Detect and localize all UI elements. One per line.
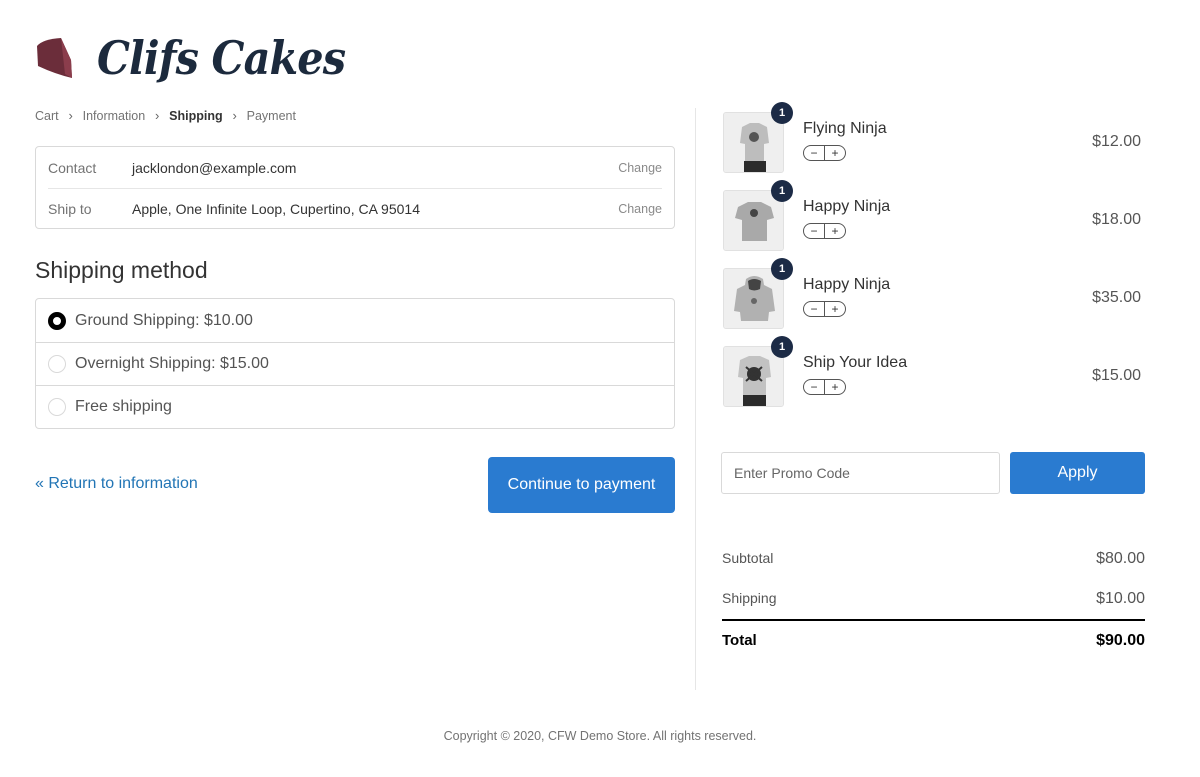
chevron-right-icon: › [232,108,237,123]
total-value: $90.00 [1096,632,1145,649]
cart-item: 1 Happy Ninja − + $35.00 [723,258,1145,330]
review-summary: Contact jacklondon@example.com Change Sh… [35,146,675,229]
shipping-option-label: Free shipping [75,398,172,415]
total-label: Total [722,632,757,649]
contact-row: Contact jacklondon@example.com Change [48,147,662,188]
contact-value: jacklondon@example.com [132,159,297,176]
item-name: Happy Ninja [803,198,891,215]
item-name: Flying Ninja [803,120,887,137]
shipping-options: Ground Shipping: $10.00 Overnight Shippi… [35,298,675,429]
breadcrumb-shipping: Shipping [169,108,223,123]
item-price: $35.00 [1092,289,1141,306]
cart-item: 1 Flying Ninja − + $12.00 [723,102,1145,174]
shipping-method-title: Shipping method [35,257,208,283]
item-name: Happy Ninja [803,276,891,293]
quantity-badge: 1 [771,180,793,202]
store-logo[interactable]: Clifs Cakes [35,28,373,88]
minus-icon[interactable]: − [804,302,824,316]
shipping-option-label: Ground Shipping: $10.00 [75,311,253,329]
plus-icon[interactable]: + [824,146,845,160]
item-price: $18.00 [1092,211,1141,228]
item-price: $12.00 [1092,133,1141,150]
total-row: Total $90.00 [722,632,1145,650]
shipping-option-ground[interactable]: Ground Shipping: $10.00 [36,299,674,342]
apply-promo-button[interactable]: Apply [1010,452,1145,494]
change-contact-link[interactable]: Change [618,161,662,175]
cart-item: 1 Happy Ninja − + $18.00 [723,180,1145,252]
shipping-option-free[interactable]: Free shipping [36,385,674,428]
breadcrumb-information[interactable]: Information [83,109,146,123]
chevron-right-icon: › [154,108,160,123]
store-name: Clifs Cakes [97,31,346,85]
cake-slice-icon [37,38,72,78]
ship-to-label: Ship to [48,201,92,217]
quantity-badge: 1 [771,336,793,358]
ship-to-value: Apple, One Infinite Loop, Cupertino, CA … [132,201,420,217]
return-to-information-link[interactable]: « Return to information [35,475,198,493]
cart-item: 1 Ship Your Idea − + $15.00 [723,336,1145,408]
radio-selected-icon[interactable] [48,311,66,330]
quantity-stepper: − + [803,145,846,161]
radio-icon[interactable] [48,398,66,416]
subtotal-value: $80.00 [1096,550,1145,567]
radio-icon[interactable] [48,355,66,373]
contact-label: Contact [48,159,97,176]
column-divider [695,108,696,690]
ship-to-row: Ship to Apple, One Infinite Loop, Cupert… [48,188,662,229]
footer-copyright: Copyright © 2020, CFW Demo Store. All ri… [443,729,757,743]
minus-icon[interactable]: − [804,380,824,394]
plus-icon[interactable]: + [824,380,845,394]
item-name: Ship Your Idea [803,354,908,371]
minus-icon[interactable]: − [804,146,824,160]
change-ship-to-link[interactable]: Change [618,202,662,216]
breadcrumb-payment: Payment [246,108,296,123]
plus-icon[interactable]: + [824,224,845,238]
shipping-total-row: Shipping $10.00 [722,590,1145,608]
continue-to-payment-button[interactable]: Continue to payment [488,457,675,513]
shipping-value: $10.00 [1096,590,1145,607]
quantity-stepper: − + [803,301,846,317]
minus-icon[interactable]: − [804,224,824,238]
promo-code-input[interactable] [721,452,1000,494]
shipping-option-overnight[interactable]: Overnight Shipping: $15.00 [36,342,674,385]
total-divider [722,619,1145,621]
subtotal-label: Subtotal [722,550,774,566]
plus-icon[interactable]: + [824,302,845,316]
breadcrumb: Cart › Information › Shipping › Payment [35,108,296,123]
quantity-badge: 1 [771,102,793,124]
subtotal-row: Subtotal $80.00 [722,550,1145,568]
shipping-option-label: Overnight Shipping: $15.00 [75,355,269,372]
breadcrumb-cart[interactable]: Cart [35,109,59,123]
item-price: $15.00 [1092,367,1141,384]
quantity-badge: 1 [771,258,793,280]
chevron-right-icon: › [68,108,73,123]
quantity-stepper: − + [803,223,846,239]
quantity-stepper: − + [803,379,846,395]
shipping-label: Shipping [722,590,777,606]
